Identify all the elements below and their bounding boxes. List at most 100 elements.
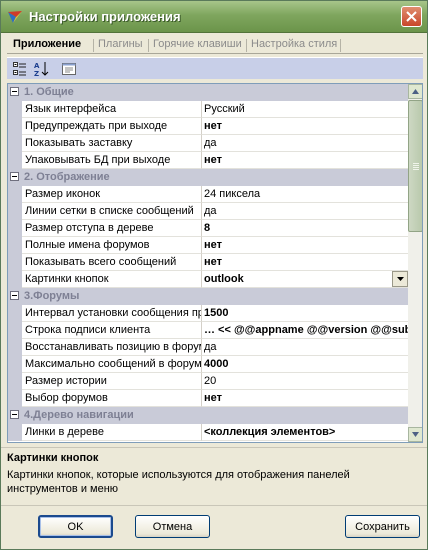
property-value[interactable]: нет <box>202 237 408 254</box>
property-row[interactable]: Показывать заставку да <box>8 135 408 152</box>
ok-button[interactable]: OK <box>38 515 113 538</box>
property-value[interactable]: нет <box>202 390 408 407</box>
property-value-text: 1500 <box>204 307 229 319</box>
tab-separator <box>246 39 247 52</box>
close-button[interactable] <box>401 6 422 27</box>
property-value[interactable]: Русский <box>202 101 408 118</box>
tab-application[interactable]: Приложение <box>13 38 81 53</box>
property-name: Строка подписи клиента <box>22 322 202 339</box>
property-row[interactable]: Строка подписи клиента… << @@appname @@v… <box>8 322 408 339</box>
property-name: Размер иконок <box>22 186 202 203</box>
property-value[interactable]: да <box>202 203 408 220</box>
property-row[interactable]: Интервал установки сообщения прочитанным… <box>8 305 408 322</box>
property-value[interactable]: 8 <box>202 220 408 237</box>
property-value-text: нет <box>204 256 223 268</box>
category-title: 3.Форумы <box>24 290 80 302</box>
settings-window: Настройки приложения Приложение Плагины … <box>0 0 428 550</box>
property-value[interactable]: да <box>202 135 408 152</box>
tab-hotkeys[interactable]: Горячие клавиши <box>153 38 242 53</box>
property-pages-button[interactable] <box>59 60 79 78</box>
property-row[interactable]: Картинки кнопок outlook <box>8 271 408 288</box>
property-value-text: … << @@appname @@version @@subject <box>204 324 408 336</box>
property-row[interactable]: Максимально сообщений в форуме 4000 <box>8 356 408 373</box>
property-row[interactable]: Полные имена форумов нет <box>8 237 408 254</box>
property-name: Восстанавливать позицию в форуме <box>22 339 202 356</box>
tab-plugins[interactable]: Плагины <box>98 38 143 53</box>
scroll-up-button[interactable] <box>408 84 422 99</box>
dropdown-button[interactable] <box>392 271 408 287</box>
property-value-text: 8 <box>204 222 211 234</box>
property-value[interactable]: outlook <box>202 271 408 288</box>
property-name: Линки в дереве <box>22 424 202 441</box>
property-value[interactable]: 24 пиксела <box>202 186 408 203</box>
description-text: Картинки кнопок, которые используются дл… <box>7 469 350 495</box>
property-value[interactable]: нет <box>202 254 408 271</box>
property-value[interactable]: 4000 <box>202 356 408 373</box>
property-row[interactable]: Упаковывать БД при выходе нет <box>8 152 408 169</box>
scroll-down-button[interactable] <box>408 427 422 442</box>
property-row[interactable]: Линки в дереве <коллекция элементов> <box>8 424 408 441</box>
row-gutter <box>8 424 22 441</box>
property-name: Упаковывать БД при выходе <box>22 152 202 169</box>
cancel-button[interactable]: Отмена <box>135 515 210 538</box>
title-bar[interactable]: Настройки приложения <box>1 1 427 33</box>
property-value[interactable]: нет <box>202 152 408 169</box>
property-pages-icon <box>62 63 76 75</box>
categorized-button[interactable] <box>10 60 30 78</box>
row-gutter <box>8 118 22 135</box>
row-gutter <box>8 220 22 237</box>
property-value-text: 24 пиксела <box>204 188 261 200</box>
property-name: Размер истории <box>22 373 202 390</box>
property-row[interactable]: Язык интерфейса Русский <box>8 101 408 118</box>
property-row[interactable]: Размер истории 20 <box>8 373 408 390</box>
property-row[interactable]: Размер отступа в дереве 8 <box>8 220 408 237</box>
property-value[interactable]: 20 <box>202 373 408 390</box>
property-grid[interactable]: 1. Общие Язык интерфейса Русский Предупрежд… <box>7 83 423 443</box>
row-gutter <box>8 373 22 390</box>
property-value[interactable]: 1500 <box>202 305 408 322</box>
description-title: Картинки кнопок <box>7 452 99 464</box>
scroll-thumb[interactable] <box>408 100 422 232</box>
category-row[interactable]: 2. Отображение <box>8 169 408 186</box>
property-value[interactable]: … << @@appname @@version @@subject <box>202 322 408 339</box>
category-row[interactable]: 1. Общие <box>8 84 408 101</box>
property-row[interactable]: Восстанавливать позицию в форуме да <box>8 339 408 356</box>
save-button[interactable]: Сохранить <box>345 515 420 538</box>
tab-style-settings[interactable]: Настройка стиля <box>251 38 337 53</box>
collapse-icon[interactable] <box>10 87 19 96</box>
property-row[interactable]: Размер иконок 24 пиксела <box>8 186 408 203</box>
row-gutter <box>8 135 22 152</box>
collapse-icon[interactable] <box>10 410 19 419</box>
alphabetical-button[interactable]: A Z <box>32 60 52 78</box>
category-row[interactable]: 3.Форумы <box>8 288 408 305</box>
property-row[interactable]: Выбор форумов нет <box>8 390 408 407</box>
vertical-scrollbar[interactable] <box>408 84 422 442</box>
property-row[interactable]: Предупреждать при выходе нет <box>8 118 408 135</box>
tab-separator <box>148 39 149 52</box>
property-name: Предупреждать при выходе <box>22 118 202 135</box>
property-name: Размер отступа в дереве <box>22 220 202 237</box>
collapse-icon[interactable] <box>10 291 19 300</box>
property-value-text: 20 <box>204 375 217 387</box>
window-title: Настройки приложения <box>29 9 181 24</box>
property-value-text: Русский <box>204 103 245 115</box>
row-gutter <box>8 305 22 322</box>
arrow-down-icon <box>412 432 419 437</box>
scroll-grip <box>413 169 419 170</box>
property-value[interactable]: да <box>202 339 408 356</box>
property-value[interactable]: <коллекция элементов> <box>202 424 408 441</box>
row-gutter <box>8 356 22 373</box>
scroll-grip <box>413 165 419 166</box>
row-gutter <box>8 390 22 407</box>
divider <box>1 505 427 506</box>
categorized-icon <box>13 62 26 76</box>
property-value-text: 4000 <box>204 358 229 370</box>
category-row[interactable]: 4.Дерево навигации <box>8 407 408 424</box>
row-gutter <box>8 237 22 254</box>
property-row[interactable]: Линии сетки в списке сообщений да <box>8 203 408 220</box>
property-row[interactable]: Показывать всего сообщений нет <box>8 254 408 271</box>
property-value-text: outlook <box>204 273 244 285</box>
collapse-icon[interactable] <box>10 172 19 181</box>
property-value[interactable]: нет <box>202 118 408 135</box>
property-value-text: да <box>204 205 217 217</box>
